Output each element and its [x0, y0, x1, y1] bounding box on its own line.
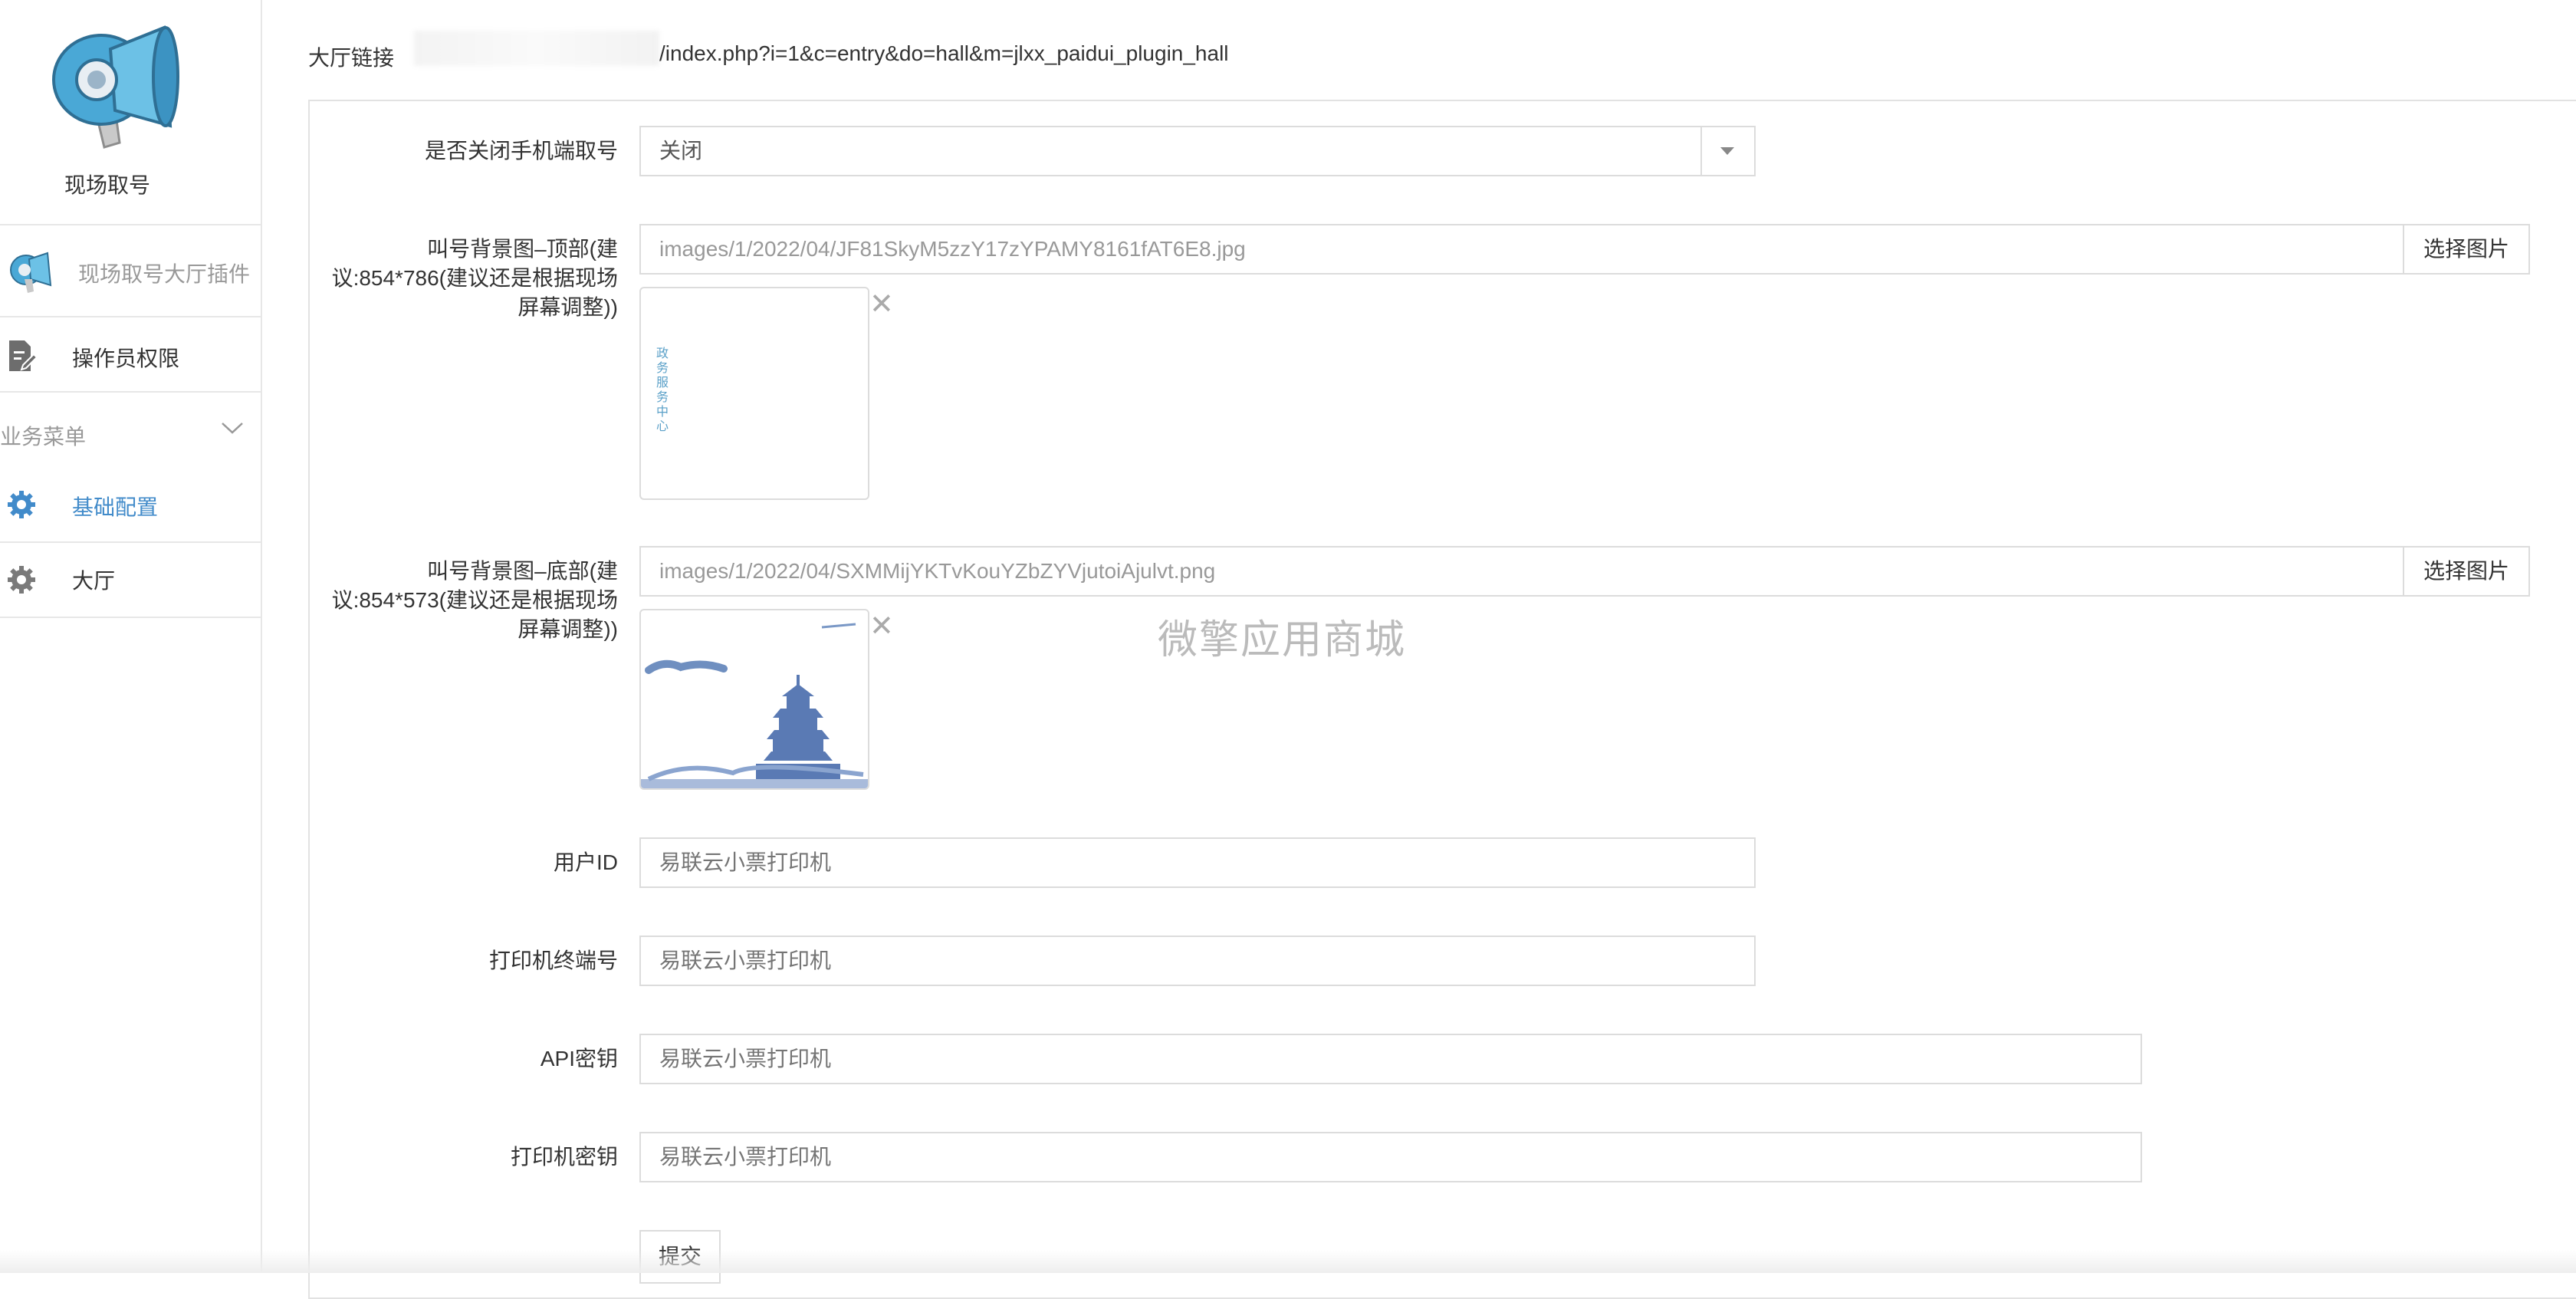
sidebar-menu-group[interactable]: 业务菜单 — [0, 391, 261, 472]
gear-icon — [6, 564, 37, 599]
pagoda-illustration — [641, 623, 868, 788]
megaphone-logo-icon — [41, 18, 179, 156]
remove-image-icon[interactable]: ✕ — [869, 290, 894, 319]
gear-icon — [6, 489, 37, 524]
bg-top-label: 叫号背景图–顶部(建 议:854*786(建议还是根据现场 屏幕调整)) — [331, 237, 618, 319]
bg-bottom-label: 叫号背景图–底部(建 议:854*573(建议还是根据现场 屏幕调整)) — [331, 559, 618, 641]
api-key-input[interactable] — [639, 1034, 2142, 1084]
close-mobile-value: 关闭 — [659, 139, 703, 163]
close-mobile-label: 是否关闭手机端取号 — [424, 139, 618, 163]
preview-vertical-text: 政务服务中心 — [656, 347, 669, 433]
user-id-label: 用户ID — [553, 850, 618, 874]
sidebar-item-operator[interactable]: 操作员权限 — [0, 316, 261, 393]
bottom-shadow — [0, 1250, 2576, 1273]
hall-link-url[interactable]: /index.php?i=1&c=entry&do=hall&m=jlxx_pa… — [659, 41, 1229, 66]
chevron-down-icon — [221, 420, 244, 439]
bg-bottom-choose-button[interactable]: 选择图片 — [2403, 546, 2530, 597]
printer-key-label: 打印机密钥 — [510, 1145, 618, 1169]
sidebar: 现场取号 现场取号大厅插件 操作员权限 业务菜单 基础配置 大厅 — [0, 0, 262, 1273]
printer-key-input[interactable] — [639, 1132, 2142, 1182]
redacted-domain — [414, 31, 659, 66]
sidebar-item-label: 基础配置 — [72, 495, 159, 519]
sidebar-item-label: 现场取号大厅插件 — [78, 262, 251, 286]
sidebar-item-hall[interactable]: 大厅 — [0, 541, 261, 618]
hall-link-label: 大厅链接 — [308, 46, 395, 70]
bg-bottom-path-input[interactable]: images/1/2022/04/SXMMijYKTvKouYZbZYVjuto… — [639, 546, 2404, 597]
sidebar-item-plugin[interactable]: 现场取号大厅插件 — [0, 224, 261, 316]
sidebar-item-label: 操作员权限 — [72, 347, 180, 370]
document-edit-icon — [6, 339, 38, 377]
bg-top-preview[interactable]: 政务服务中心 — [639, 287, 869, 500]
remove-image-icon[interactable]: ✕ — [869, 612, 894, 641]
close-mobile-select[interactable]: 关闭 — [639, 126, 1756, 176]
watermark-text: 微擎应用商城 — [1158, 618, 1407, 663]
terminal-no-input[interactable] — [639, 936, 1756, 986]
sidebar-group-label: 业务菜单 — [0, 425, 87, 449]
megaphone-icon — [6, 248, 54, 300]
api-key-label: API密钥 — [540, 1047, 618, 1070]
app-name: 现场取号 — [64, 173, 150, 197]
terminal-no-label: 打印机终端号 — [488, 949, 618, 972]
sidebar-item-label: 大厅 — [72, 569, 116, 593]
bg-top-choose-button[interactable]: 选择图片 — [2403, 224, 2530, 275]
bg-bottom-preview[interactable] — [639, 609, 869, 790]
caret-down-icon[interactable] — [1700, 127, 1754, 175]
bg-top-path-input[interactable]: images/1/2022/04/JF81SkyM5zzY17zYPAMY816… — [639, 224, 2404, 275]
user-id-input[interactable] — [639, 837, 1756, 888]
sidebar-item-basic-config[interactable]: 基础配置 — [0, 471, 261, 541]
